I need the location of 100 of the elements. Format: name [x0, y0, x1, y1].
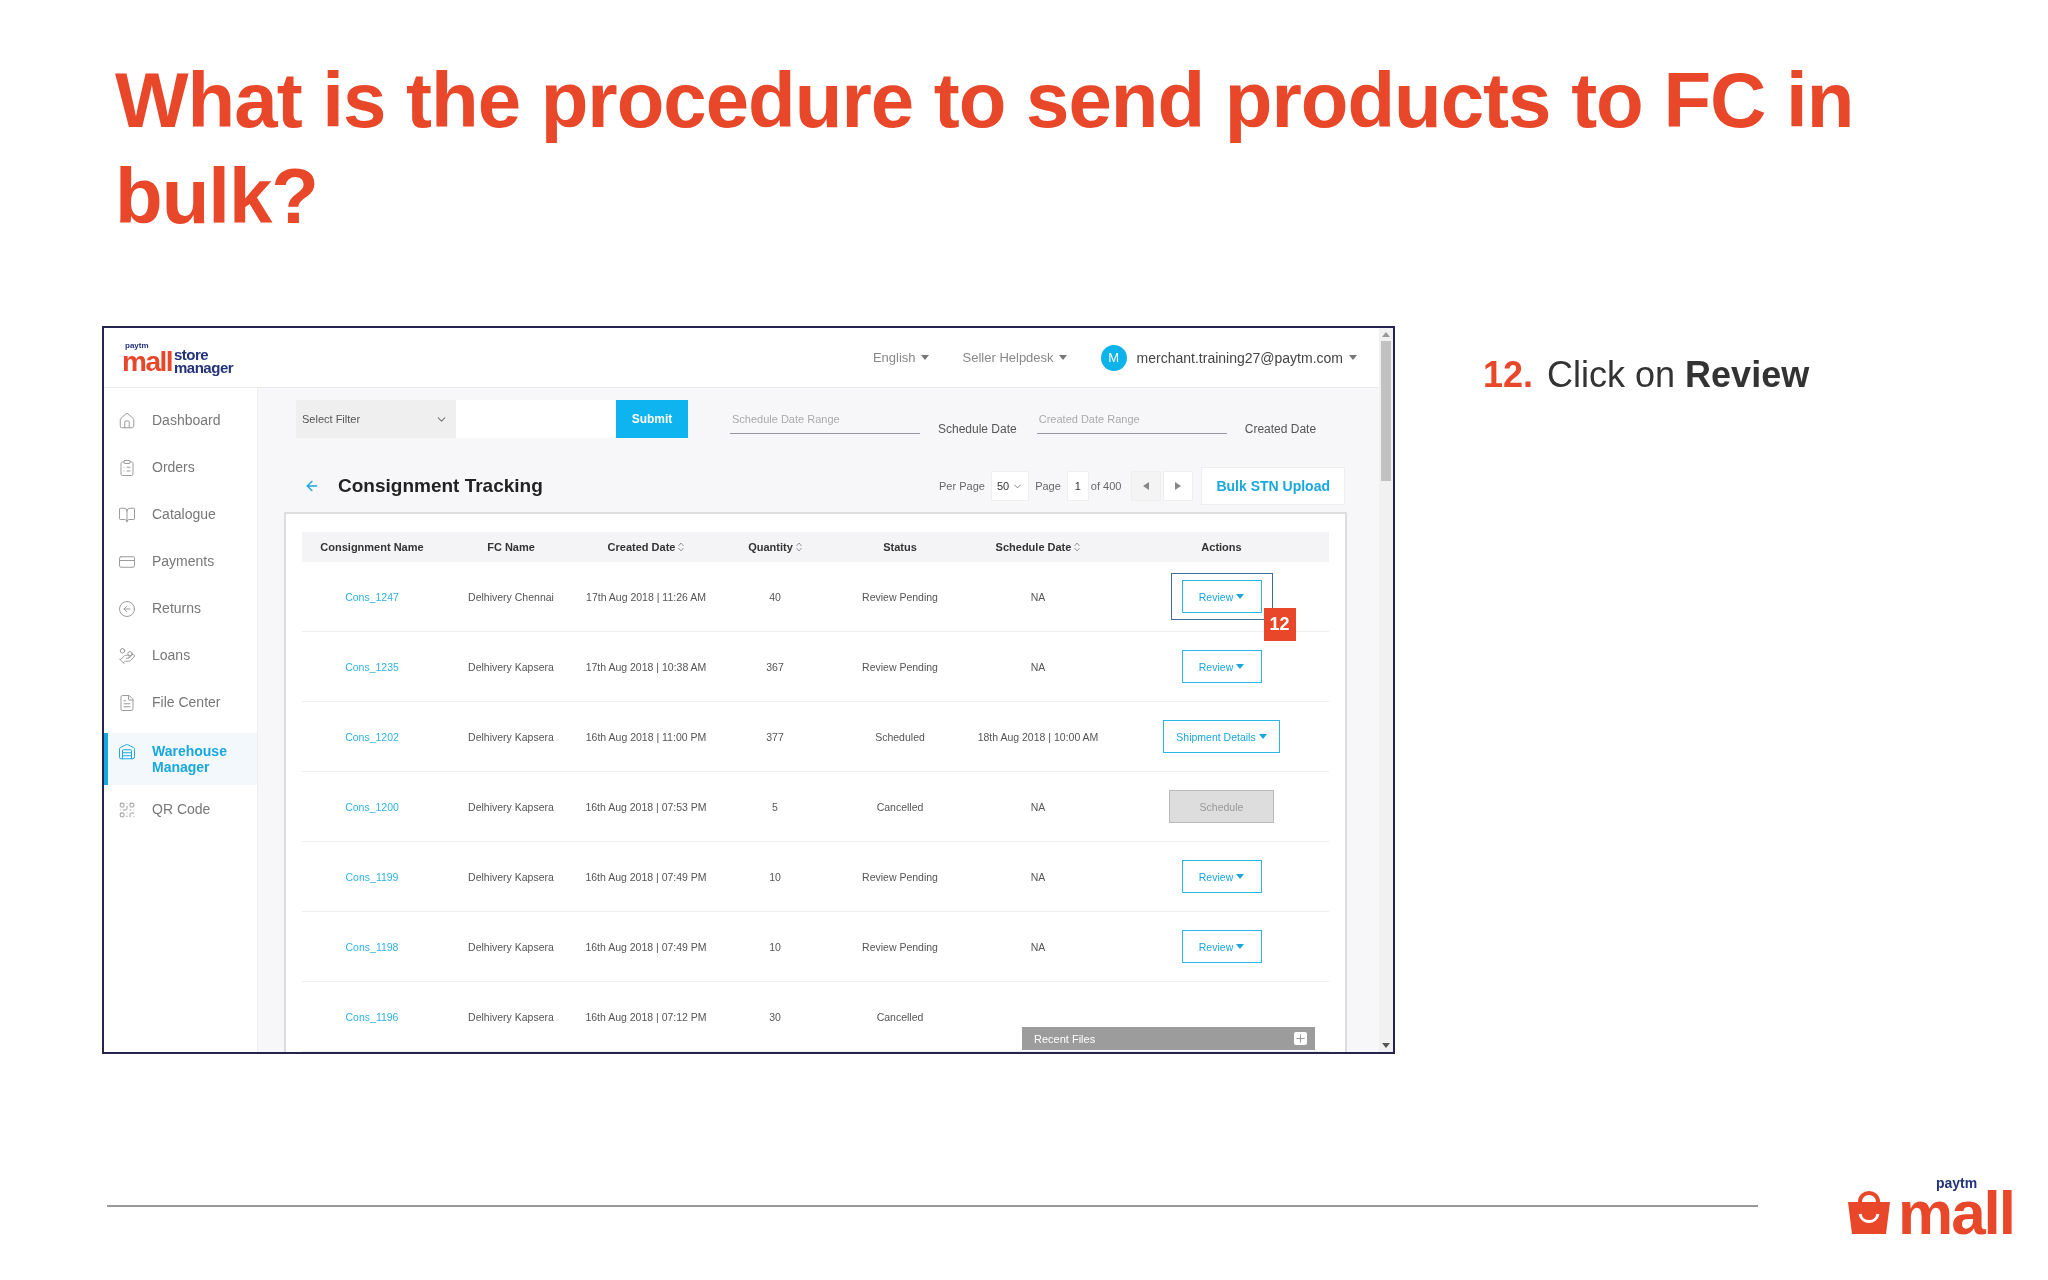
- action-dropdown-button[interactable]: Review: [1181, 860, 1262, 893]
- table-cell-text: Delhivery Kapsera: [467, 1010, 555, 1023]
- caret-icon: [1236, 874, 1245, 879]
- table-cell-text: 10: [768, 940, 782, 953]
- consignment-link[interactable]: Cons_1202: [302, 730, 442, 743]
- book-icon: [118, 506, 136, 524]
- consignment-link[interactable]: Cons_1196: [302, 1010, 442, 1023]
- warehouse-icon: [118, 743, 136, 761]
- column-header: Consignment Name: [319, 541, 425, 553]
- table-cell-text: Delhivery Kapsera: [467, 870, 555, 883]
- next-page-button[interactable]: [1163, 471, 1194, 502]
- sort-icon[interactable]: [795, 542, 802, 552]
- table-cell-text: Delhivery Kapsera: [467, 660, 555, 673]
- table-cell-text: 377: [765, 730, 785, 743]
- consignment-link[interactable]: Cons_1235: [302, 660, 442, 673]
- filter-input[interactable]: [456, 400, 616, 438]
- clipboard-icon: [118, 459, 136, 477]
- caret-icon: [920, 355, 929, 360]
- table-cell-text: 16th Aug 2018 | 11:00 PM: [584, 730, 708, 743]
- step-instruction: 12. Click on Review: [1483, 354, 1810, 397]
- caret-icon: [1236, 594, 1245, 599]
- plus-icon[interactable]: [1294, 1032, 1307, 1045]
- table-cell-text: Delhivery Kapsera: [467, 800, 555, 813]
- column-header: Status: [882, 541, 918, 553]
- table-cell-text: 30: [768, 1010, 782, 1023]
- table-cell-text: Cancelled: [875, 800, 925, 813]
- sort-icon[interactable]: [678, 542, 685, 552]
- action-dropdown-button[interactable]: Review: [1181, 580, 1262, 613]
- table-cell-text: Review Pending: [861, 590, 939, 603]
- user-avatar[interactable]: M: [1100, 344, 1127, 371]
- action-dropdown-button[interactable]: Shipment Details: [1163, 720, 1280, 753]
- scroll-up-icon[interactable]: [1382, 332, 1390, 337]
- sidebar-item[interactable]: Orders: [104, 447, 257, 494]
- sidebar-item[interactable]: File Center: [104, 682, 257, 729]
- table-cell-text: 17th Aug 2018 | 10:38 AM: [584, 660, 708, 673]
- per-page-select[interactable]: 50: [990, 471, 1030, 502]
- table-cell-text: Scheduled: [874, 730, 926, 743]
- table-cell-text: Review Pending: [861, 660, 939, 673]
- qr-code-icon: [118, 801, 136, 819]
- language-dropdown[interactable]: English: [872, 350, 929, 365]
- page-title: Consignment Tracking: [338, 475, 543, 498]
- column-header: Actions: [1200, 541, 1243, 553]
- scroll-down-icon[interactable]: [1382, 1043, 1390, 1048]
- submit-button[interactable]: Submit: [616, 400, 688, 438]
- table-cell-text: 16th Aug 2018 | 07:53 PM: [584, 800, 708, 813]
- page-label: Page: [1035, 480, 1061, 493]
- helpdesk-dropdown[interactable]: Seller Helpdesk: [962, 350, 1067, 365]
- sidebar-item[interactable]: Payments: [104, 541, 257, 588]
- bulk-upload-button[interactable]: Bulk STN Upload: [1201, 467, 1345, 506]
- table-cell-text: NA: [1029, 660, 1047, 673]
- created-date-label: Created Date: [1244, 422, 1317, 436]
- sidebar-item[interactable]: Catalogue: [104, 494, 257, 541]
- table-cell-text: Delhivery Chennai: [467, 590, 555, 603]
- table-cell-text: NA: [1029, 590, 1047, 603]
- sidebar-item[interactable]: QR Code: [104, 789, 257, 836]
- schedule-date-label: Schedule Date: [938, 422, 1017, 436]
- consignment-link[interactable]: Cons_1200: [302, 800, 442, 813]
- per-page-label: Per Page: [939, 480, 985, 493]
- filter-select[interactable]: Select Filter: [296, 400, 456, 438]
- table-cell-text: 10: [768, 870, 782, 883]
- sidebar-item[interactable]: Dashboard: [104, 400, 257, 447]
- card-icon: [118, 553, 136, 571]
- sidebar-item[interactable]: Returns: [104, 588, 257, 635]
- action-dropdown-button[interactable]: Review: [1181, 930, 1262, 963]
- hand-coins-icon: [118, 647, 136, 665]
- table-cell-text: NA: [1029, 870, 1047, 883]
- scroll-thumb[interactable]: [1381, 341, 1391, 481]
- sort-icon[interactable]: [1074, 542, 1081, 552]
- previous-page-button[interactable]: [1131, 471, 1162, 502]
- schedule-date-range-field[interactable]: Schedule Date Range: [730, 404, 920, 434]
- account-dropdown[interactable]: merchant.training27@paytm.com: [1136, 349, 1357, 366]
- column-header[interactable]: Quantity: [712, 541, 838, 553]
- consignment-link[interactable]: Cons_1198: [302, 940, 442, 953]
- table-cell-text: Review Pending: [861, 940, 939, 953]
- document-icon: [118, 694, 136, 712]
- caret-icon: [1236, 664, 1245, 669]
- recent-files-bar[interactable]: Recent Files: [1022, 1027, 1315, 1050]
- action-dropdown-button[interactable]: Review: [1181, 650, 1262, 683]
- consignment-link[interactable]: Cons_1199: [302, 870, 442, 883]
- table-cell-text: 367: [765, 660, 785, 673]
- page-input[interactable]: 1: [1066, 471, 1089, 502]
- created-date-range-field[interactable]: Created Date Range: [1036, 404, 1227, 434]
- table-cell-text: 17th Aug 2018 | 11:26 AM: [585, 590, 707, 603]
- column-header[interactable]: Created Date: [580, 541, 712, 553]
- table-cell-text: 5: [771, 800, 779, 813]
- column-header[interactable]: Schedule Date: [962, 541, 1114, 553]
- table-cell-text: Delhivery Kapsera: [467, 940, 555, 953]
- sidebar-item[interactable]: Loans: [104, 635, 257, 682]
- page-count: of 400: [1090, 480, 1122, 493]
- consignment-link[interactable]: Cons_1247: [302, 590, 442, 603]
- table-cell-text: Delhivery Kapsera: [467, 730, 555, 743]
- scrollbar[interactable]: [1379, 328, 1393, 1052]
- table-cell-text: 40: [768, 590, 782, 603]
- table-cell-text: 16th Aug 2018 | 07:49 PM: [584, 940, 708, 953]
- table-cell-text: NA: [1029, 800, 1047, 813]
- sidebar-item[interactable]: Warehouse Manager: [104, 733, 257, 785]
- table-cell-text: 16th Aug 2018 | 07:49 PM: [584, 870, 708, 883]
- caret-icon: [1058, 355, 1067, 360]
- caret-icon: [1236, 944, 1245, 949]
- column-header: FC Name: [486, 541, 536, 553]
